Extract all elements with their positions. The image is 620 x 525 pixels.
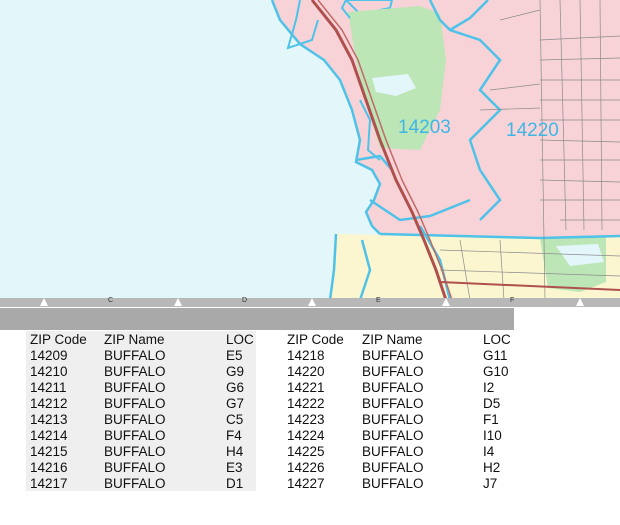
header-zip-code: ZIP Code <box>30 332 87 347</box>
zip-name: BUFFALO <box>362 364 424 379</box>
zip-code: 14213 <box>30 412 68 427</box>
header-zip-name: ZIP Name <box>104 332 165 347</box>
zip-loc: E3 <box>226 460 243 475</box>
zip-name: BUFFALO <box>362 428 424 443</box>
zip-loc: I4 <box>483 444 495 459</box>
zip-code: 14214 <box>30 428 68 443</box>
zip-name: BUFFALO <box>104 396 166 411</box>
zip-code: 14227 <box>287 476 325 491</box>
zip-name: BUFFALO <box>362 348 424 363</box>
zip-code: 14225 <box>287 444 325 459</box>
header-zip-name-2: ZIP Name <box>362 332 423 347</box>
zip-code: 14217 <box>30 476 68 491</box>
zip-loc: G9 <box>226 364 245 379</box>
zip-loc: F1 <box>483 412 499 427</box>
zip-code: 14209 <box>30 348 68 363</box>
zip-name: BUFFALO <box>362 412 424 427</box>
zip-loc: D1 <box>226 476 244 491</box>
zip-loc: G11 <box>483 348 508 363</box>
zip-index-table: ZIP Code ZIP Name LOC ZIP Code ZIP Name … <box>0 331 620 525</box>
zip-name: BUFFALO <box>362 476 424 491</box>
zip-loc: I2 <box>483 380 495 395</box>
zip-loc: E5 <box>226 348 243 363</box>
zip-loc: G6 <box>226 380 245 395</box>
zip-loc: H2 <box>483 460 501 475</box>
zip-code: 14216 <box>30 460 68 475</box>
zip-loc: D5 <box>483 396 501 411</box>
zip-loc: H4 <box>226 444 244 459</box>
zip-code: 14210 <box>30 364 68 379</box>
ruler-label-d: D <box>242 297 248 304</box>
header-loc: LOC <box>226 332 254 347</box>
zip-code: 14220 <box>287 364 325 379</box>
zip-label-14220: 14220 <box>506 120 559 141</box>
zip-name: BUFFALO <box>104 460 166 475</box>
zip-name: BUFFALO <box>104 348 166 363</box>
zip-name: BUFFALO <box>362 444 424 459</box>
zip-code: 14222 <box>287 396 325 411</box>
zip-name: BUFFALO <box>362 380 424 395</box>
zip-code: 14221 <box>287 380 325 395</box>
zip-code: 14215 <box>30 444 68 459</box>
zip-name: BUFFALO <box>362 396 424 411</box>
zip-code: 14223 <box>287 412 325 427</box>
zip-loc: G10 <box>483 364 509 379</box>
zip-name: BUFFALO <box>104 412 166 427</box>
zip-loc: C5 <box>226 412 244 427</box>
zip-code: 14212 <box>30 396 68 411</box>
zip-code: 14218 <box>287 348 325 363</box>
zip-name: BUFFALO <box>104 444 166 459</box>
zip-code: 14226 <box>287 460 325 475</box>
legend-header-bar <box>0 308 514 330</box>
zip-loc: I10 <box>483 428 502 443</box>
zip-code: 14224 <box>287 428 325 443</box>
zip-name: BUFFALO <box>362 460 424 475</box>
ruler-label-c: C <box>108 297 114 304</box>
header-zip-code-2: ZIP Code <box>287 332 344 347</box>
zip-name: BUFFALO <box>104 364 166 379</box>
zip-name: BUFFALO <box>104 428 166 443</box>
zip-map[interactable]: 14203 14220 <box>0 0 620 300</box>
zip-label-14203: 14203 <box>398 117 451 138</box>
zip-loc: J7 <box>483 476 498 491</box>
zip-loc: G7 <box>226 396 245 411</box>
zip-loc: F4 <box>226 428 242 443</box>
ruler-label-f: F <box>510 297 515 304</box>
zip-code: 14211 <box>30 380 67 395</box>
ruler-label-e: E <box>376 297 381 304</box>
header-loc-2: LOC <box>483 332 511 347</box>
zip-name: BUFFALO <box>104 380 166 395</box>
zip-name: BUFFALO <box>104 476 166 491</box>
